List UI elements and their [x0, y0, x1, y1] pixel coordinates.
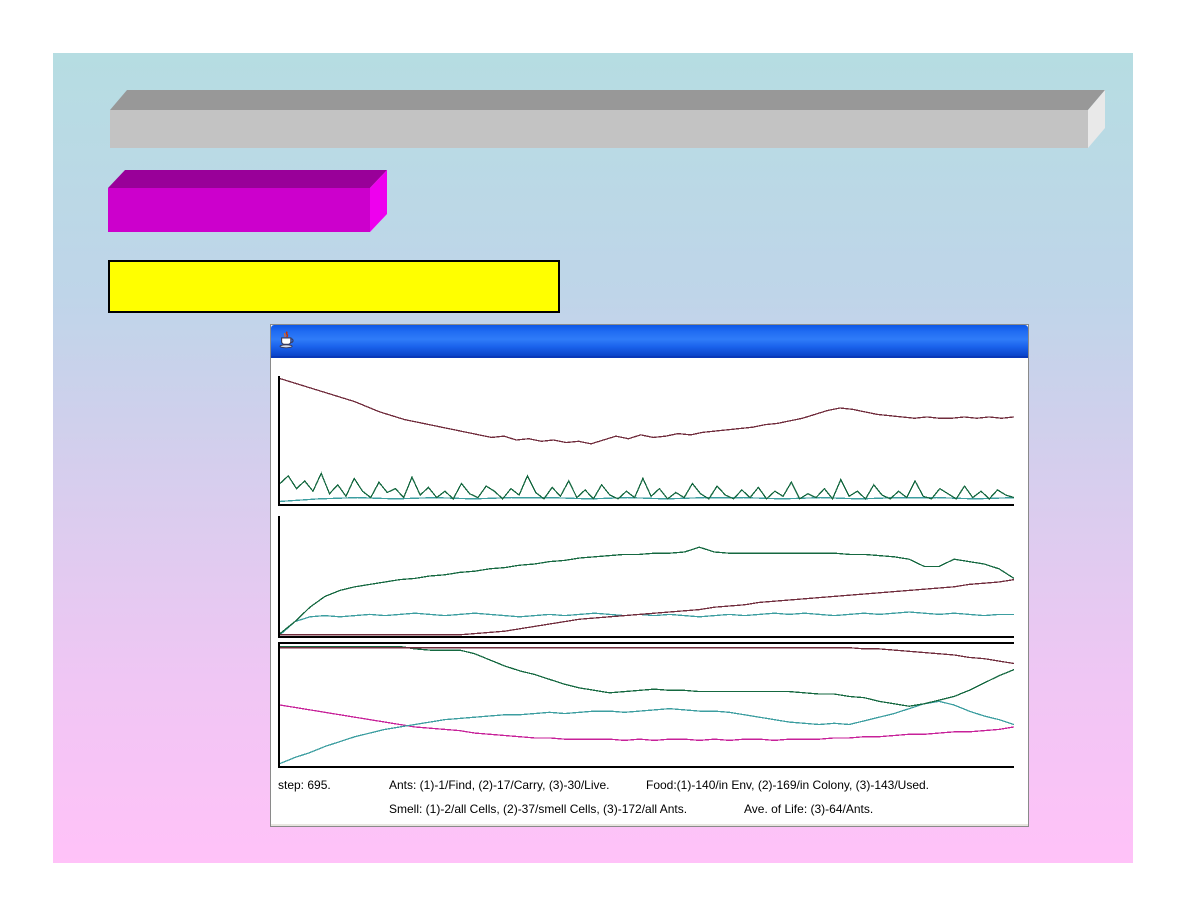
- status-food: Food:(1)-140/in Env, (2)-169/in Colony, …: [646, 778, 929, 793]
- decoration-yellow-rect: [108, 260, 560, 313]
- window-titlebar[interactable]: [271, 325, 1028, 358]
- gray-bar-front-face: [110, 110, 1088, 148]
- chart-panel-smell: [278, 642, 1014, 768]
- series-maroon-smell: [280, 648, 1014, 664]
- status-ave-of-life: Ave. of Life: (3)-64/Ants.: [744, 802, 873, 817]
- status-ants: Ants: (1)-1/Find, (2)-17/Carry, (3)-30/L…: [389, 778, 610, 793]
- series-teal-find: [280, 498, 1014, 502]
- series-green-smell-cells: [280, 646, 1014, 706]
- series-maroon-live: [280, 379, 1014, 444]
- status-step-counter: step: 695.: [278, 778, 331, 793]
- java-applet-window: step: 695. Ants: (1)-1/Find, (2)-17/Carr…: [270, 324, 1029, 827]
- presentation-slide: step: 695. Ants: (1)-1/Find, (2)-17/Carr…: [53, 53, 1133, 863]
- magenta-bar-top-face: [108, 170, 387, 188]
- decoration-gray-3d-bar: [110, 90, 1105, 148]
- gray-bar-top-face: [110, 90, 1105, 110]
- java-cup-icon: [278, 331, 296, 349]
- magenta-bar-front-face: [108, 188, 370, 232]
- chart-panel-ants: [278, 376, 1014, 506]
- series-green-carry: [280, 473, 1014, 499]
- series-teal-smell: [280, 701, 1014, 763]
- status-smell: Smell: (1)-2/all Cells, (2)-37/smell Cel…: [389, 802, 687, 817]
- series-teal-in-env: [280, 612, 1014, 635]
- series-maroon-used: [280, 580, 1014, 635]
- chart-panel-food: [278, 516, 1014, 638]
- decoration-magenta-3d-bar: [108, 170, 387, 232]
